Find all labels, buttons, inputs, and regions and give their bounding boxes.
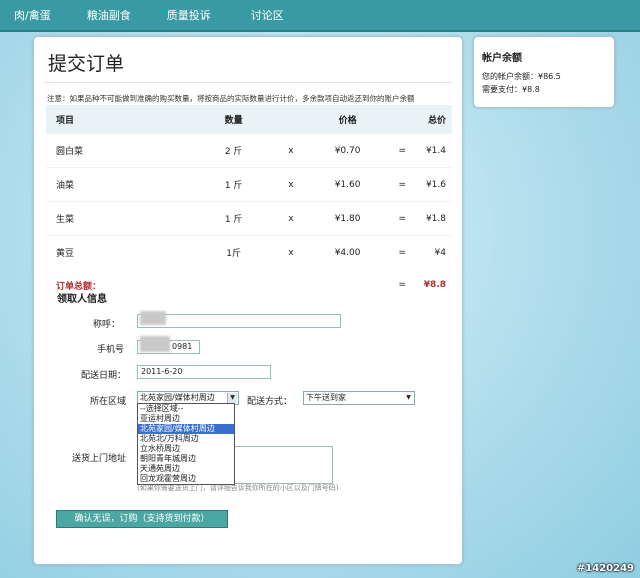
need-pay: 需要支付：¥8.8 [482, 85, 540, 94]
row-equals: = [381, 235, 423, 269]
area-option[interactable]: 回龙观霍营周边 [138, 474, 234, 484]
area-option[interactable]: --选择区域-- [138, 404, 234, 414]
nav-discussion[interactable]: 讨论区 [227, 7, 300, 23]
row-equals: = [381, 201, 423, 236]
row-price: ¥0.70 [313, 133, 382, 168]
delivery-select[interactable]: 下午送到家 ▼ [303, 391, 415, 405]
header-price: 价格 [313, 105, 382, 134]
order-total-equals: = [398, 280, 407, 290]
row-qty: 1 斤 [198, 201, 269, 236]
row-price: ¥4.00 [313, 235, 382, 269]
area-option[interactable]: 亚运村周边 [138, 414, 234, 424]
name-input[interactable] [137, 314, 341, 328]
area-selected-value: 北苑家园/媒体村周边 [140, 393, 215, 402]
area-dropdown-list[interactable]: --选择区域-- 亚运村周边 北苑家园/媒体村周边 北苑北/万科周边 立水桥周边… [137, 403, 235, 485]
balance-title: 帐户余额 [482, 53, 522, 64]
row-times: x [268, 201, 314, 236]
row-total: ¥4 [422, 235, 452, 269]
table-row: 生菜 1 斤 x ¥1.80 = ¥1.8 [46, 201, 452, 236]
header-qty: 数量 [198, 105, 269, 134]
name-redacted [140, 311, 166, 325]
nav-grain-oil[interactable]: 粮油副食 [67, 7, 147, 23]
row-item: 黄豆 [46, 235, 199, 269]
phone-redacted [140, 336, 170, 352]
order-note: 注意：如果品种不可能做到准确的购买数量，将按商品的实际数量进行计价，多余款项自动… [47, 94, 415, 103]
area-label: 所在区域 [89, 397, 126, 407]
top-nav: 肉/禽蛋 粮油副食 质量投诉 讨论区 [0, 0, 640, 32]
area-option[interactable]: 立水桥周边 [138, 444, 234, 454]
row-price: ¥1.80 [313, 201, 382, 236]
watermark: #1420249 [576, 563, 634, 574]
date-input[interactable]: 2011-6-20 [137, 365, 271, 379]
receiver-section-title: 领取人信息 [57, 294, 107, 305]
date-label: 配送日期： [80, 371, 126, 381]
balance-panel: 帐户余额 您的帐户余额：¥86.5 需要支付：¥8.8 [473, 36, 615, 108]
header-total: 总价 [422, 105, 452, 134]
row-qty: 2 斤 [198, 133, 269, 168]
row-times: x [268, 133, 314, 168]
row-times: x [268, 235, 314, 269]
phone-suffix: 0981 [172, 342, 193, 351]
area-option-selected[interactable]: 北苑家园/媒体村周边 [138, 424, 234, 434]
table-row: 黄豆 1斤 x ¥4.00 = ¥4 [46, 235, 452, 269]
row-qty: 1斤 [198, 235, 269, 269]
title-divider [44, 82, 452, 83]
header-item: 项目 [46, 105, 199, 134]
row-equals: = [381, 133, 423, 168]
nav-quality-complaint[interactable]: 质量投诉 [147, 7, 227, 23]
row-equals: = [381, 167, 423, 202]
delivery-selected-value: 下午送到家 [306, 393, 346, 402]
table-row: 圆白菜 2 斤 x ¥0.70 = ¥1.4 [46, 133, 452, 168]
row-total: ¥1.6 [422, 167, 452, 202]
name-label: 称呼： [92, 320, 120, 330]
row-item: 油菜 [46, 167, 199, 202]
phone-label: 手机号 [96, 345, 124, 355]
order-total-value: ¥8.8 [423, 280, 446, 290]
table-header: 项目 数量 价格 总价 [46, 105, 452, 134]
table-row: 油菜 1 斤 x ¥1.60 = ¥1.6 [46, 167, 452, 202]
order-items-table: 项目 数量 价格 总价 圆白菜 2 斤 x ¥0.70 = ¥1.4 油菜 1 … [46, 105, 452, 301]
row-total: ¥1.4 [422, 133, 452, 168]
row-qty: 1 斤 [198, 167, 269, 202]
address-hint: (如果你需要送货上门，请详细告诉我你所在的小区以及门牌号码) [137, 484, 339, 492]
row-times: x [268, 167, 314, 202]
row-total: ¥1.8 [422, 201, 452, 236]
chevron-down-icon[interactable]: ▼ [404, 393, 413, 403]
account-balance: 您的帐户余额：¥86.5 [482, 72, 561, 81]
area-option[interactable]: 北苑北/万科周边 [138, 434, 234, 444]
row-item: 生菜 [46, 201, 199, 236]
area-option[interactable]: 朝阳青年城周边 [138, 454, 234, 464]
area-option[interactable]: 天通苑周边 [138, 464, 234, 474]
row-price: ¥1.60 [313, 167, 382, 202]
address-label: 送货上门地址 [71, 454, 126, 464]
submit-order-button[interactable]: 确认无误，订购（支持货到付款） [56, 510, 228, 528]
row-item: 圆白菜 [46, 133, 199, 168]
nav-meat-eggs[interactable]: 肉/禽蛋 [0, 7, 67, 23]
page-title: 提交订单 [48, 53, 125, 75]
